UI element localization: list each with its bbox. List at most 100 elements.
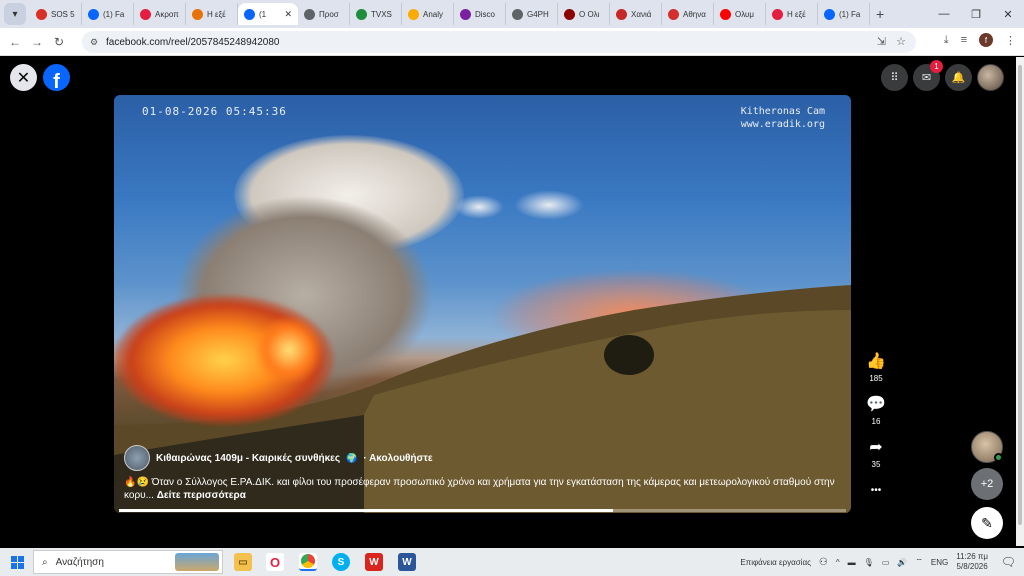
close-icon: ✕ [16,69,31,87]
people-icon[interactable]: ⚇ [819,557,828,568]
tree [604,335,654,375]
close-reel-button[interactable]: ✕ [10,64,37,91]
close-tab-icon[interactable]: ✕ [284,9,292,20]
site-info-icon[interactable]: ⚙ [90,37,98,48]
reel-video[interactable]: 01-08-2026 05:45:36 Kitheronas Cam www.e… [114,95,851,513]
reload-icon[interactable]: ↻ [48,35,70,49]
browser-tab[interactable]: Ακροπ [134,3,186,25]
bell-icon: 🔔 [951,72,966,84]
browser-tab[interactable]: Ολυμ [714,3,766,25]
browser-tab[interactable]: SOS 5 [30,3,82,25]
battery-icon[interactable]: ▭ [882,558,890,567]
bookmark-star-icon[interactable]: ☆ [896,35,906,48]
share-icon: ➦ [869,439,883,456]
word-icon[interactable]: W [398,553,416,571]
media-icon[interactable]: ≡ [961,34,967,46]
camera-name: Kitheronas Cam [740,106,825,117]
search-highlight-icon[interactable] [175,553,219,571]
tab-search-button[interactable]: ▾ [4,3,26,25]
account-avatar[interactable] [977,64,1004,91]
reel-author: Κιθαιρώνας 1409μ - Καιρικές συνθήκες 🌍 ·… [124,445,433,471]
browser-tab[interactable]: Analy [402,3,454,25]
tab-label: Ολυμ [735,9,755,19]
author-name[interactable]: Κιθαιρώνας 1409μ - Καιρικές συνθήκες [156,453,340,464]
follow-button[interactable]: · Ακολουθήστε [363,453,432,464]
tab-label: SOS 5 [51,9,75,19]
menu-grid-button[interactable]: ⠿ [881,64,908,91]
share-count: 35 [871,460,881,469]
back-icon[interactable]: ← [4,35,26,49]
new-tab-button[interactable]: + [876,6,884,22]
usb-icon[interactable]: ▬ [848,558,856,567]
skype-icon[interactable]: S [332,553,350,571]
wifi-icon[interactable]: ⌔ [915,557,923,567]
download-icon[interactable]: ⤓ [944,34,949,47]
start-button[interactable] [4,549,30,575]
forward-icon[interactable]: → [26,35,48,49]
discover-icon [460,8,471,20]
browser-tab[interactable]: Η εξέ [766,3,818,25]
url-text: facebook.com/reel/2057845248942080 [106,36,280,48]
notifications-button[interactable]: 🔔 [945,64,972,91]
windows-icon [10,555,24,569]
messenger-icon: ✉ [921,72,932,84]
globe-icon: 🌍 [346,452,358,463]
share-action[interactable]: ➦ 35 [862,439,890,469]
more-contacts-button[interactable]: +2 [971,468,1003,500]
minimize-icon[interactable]: — [928,0,960,28]
volume-icon[interactable]: 🔊 [897,558,907,567]
url-field[interactable]: ⚙ facebook.com/reel/2057845248942080 ⇲ ☆ [82,31,916,53]
caption-emoji: 🔥😢 [124,477,149,488]
tray-chevron-icon[interactable]: ^ [836,558,840,567]
browser-tab[interactable]: Προσ [298,3,350,25]
messenger-button[interactable]: ✉ 1 [913,60,943,91]
browser-tab[interactable]: (1) Fa [818,3,870,25]
profile-avatar[interactable]: f [979,33,993,47]
tab-label: Η εξέ [207,9,226,19]
toolbar-right: ⤓ ≡ f ⋮ [944,33,1016,47]
chevron-down-icon: ▾ [12,8,18,20]
notification-center-icon[interactable]: 🗨 [1001,555,1016,569]
install-icon[interactable]: ⇲ [877,35,886,48]
menu-icon[interactable]: ⋮ [1005,34,1016,47]
video-progress[interactable] [119,509,846,512]
browser-tab[interactable]: TVXS [350,3,402,25]
address-toolbar: ← → ↻ ⚙ facebook.com/reel/20578452489420… [0,28,1024,56]
like-action[interactable]: 👍 185 [862,353,890,383]
browser-tab[interactable]: Disco [454,3,506,25]
comment-count: 16 [871,417,881,426]
file-explorer-icon[interactable]: ▭ [234,553,252,571]
chrome-icon[interactable] [299,553,317,571]
browser-tab[interactable]: Χανιά [610,3,662,25]
page-scrollbar[interactable] [1016,57,1024,546]
browser-tab[interactable]: (1 ✕ [238,3,298,25]
author-avatar[interactable] [124,445,150,471]
opera-icon[interactable]: O [266,553,284,571]
messenger-badge: 1 [930,60,943,73]
see-more-link[interactable]: Δείτε περισσότερα [157,490,246,501]
search-icon: ⌕ [42,556,48,568]
wps-icon[interactable]: W [365,553,383,571]
news-icon [192,8,203,20]
clock[interactable]: 11:26 πμ 5/8/2026 [956,552,988,572]
scrollbar-thumb[interactable] [1018,65,1022,525]
browser-tab[interactable]: Αθηνα [662,3,714,25]
browser-tab[interactable]: Ο Ολι [558,3,610,25]
more-options-button[interactable]: ••• [862,485,890,496]
browser-tab[interactable]: Η εξέ [186,3,238,25]
tab-label: TVXS [371,9,392,19]
contact-avatar[interactable] [971,431,1003,463]
comment-action[interactable]: 💬 16 [862,396,890,426]
desktop-label[interactable]: Επιφάνεια εργασίας [740,558,811,567]
close-window-icon[interactable]: ✕ [992,0,1024,28]
new-message-button[interactable]: ✎ [971,507,1003,539]
facebook-logo-icon[interactable]: f [43,64,70,91]
mic-icon[interactable]: 🎙 [864,558,874,567]
browser-tab[interactable]: (1) Fa [82,3,134,25]
comment-icon: 💬 [866,396,886,413]
language-indicator[interactable]: ENG [931,558,948,567]
browser-tab[interactable]: G4PH [506,3,558,25]
clock-date: 5/8/2026 [956,562,988,571]
tab-label: (1) Fa [103,9,125,19]
maximize-icon[interactable]: ❐ [960,0,992,28]
